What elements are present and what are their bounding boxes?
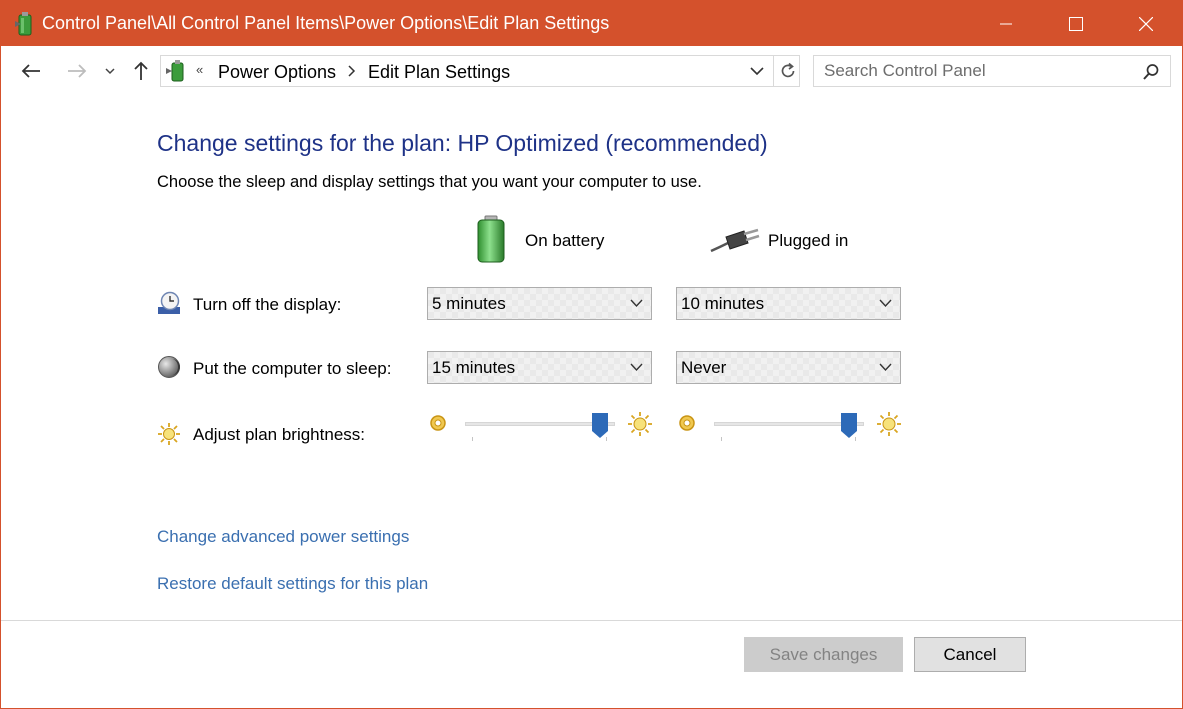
chevron-right-icon[interactable] [346,64,358,78]
column-on-battery: On battery [525,231,605,250]
clock-icon [158,291,180,314]
recent-locations-button[interactable] [101,57,119,85]
sleep-timeout-label: Put the computer to sleep: [193,359,392,378]
power-options-icon [15,12,32,36]
slider-tick [721,437,722,441]
back-icon [21,64,40,78]
brightness-plugged-slider[interactable] [714,413,864,453]
window-title: Control Panel\All Control Panel Items\Po… [42,13,610,33]
chevron-down-icon [630,299,643,308]
breadcrumb-edit-plan-settings[interactable]: Edit Plan Settings [368,62,510,83]
display-timeout-battery-select[interactable]: 5 minutes [427,287,652,320]
slider-tick [472,437,473,441]
sleep-timeout-battery-select[interactable]: 15 minutes [427,351,652,384]
breadcrumb-power-options[interactable]: Power Options [218,62,336,83]
power-options-window: Control Panel\All Control Panel Items\Po… [0,0,1183,709]
advanced-power-settings-link[interactable]: Change advanced power settings [157,527,409,547]
brightness-low-icon [679,415,695,431]
plug-icon [710,228,760,253]
slider-thumb[interactable] [592,413,608,438]
title-bar[interactable]: Control Panel\All Control Panel Items\Po… [1,1,1182,46]
sleep-timeout-plugged-select[interactable]: Never [676,351,901,384]
close-button[interactable] [1123,1,1169,46]
chevron-down-icon[interactable] [749,63,765,79]
page-description: Choose the sleep and display settings th… [157,173,702,191]
display-timeout-plugged-select[interactable]: 10 minutes [676,287,901,320]
restore-defaults-link[interactable]: Restore default settings for this plan [157,574,428,594]
close-icon [1139,16,1153,31]
back-button[interactable] [17,57,45,85]
battery-icon [477,215,505,263]
brightness-high-icon [877,412,901,436]
brightness-low-icon [430,415,446,431]
chevron-down-icon [879,363,892,372]
minimize-icon [1000,23,1012,24]
brightness-icon [158,423,180,445]
maximize-icon [1069,16,1083,31]
brightness-label: Adjust plan brightness: [193,425,365,444]
search-input[interactable] [814,56,1144,86]
search-icon[interactable] [1142,63,1160,81]
refresh-icon [781,62,794,78]
brightness-battery-slider[interactable] [465,413,615,453]
chevron-down-icon [630,363,643,372]
forward-button[interactable] [63,57,91,85]
breadcrumb-overflow[interactable]: « [196,62,203,77]
page-title: Change settings for the plan: HP Optimiz… [157,130,768,156]
up-button[interactable] [129,57,153,85]
column-plugged-in: Plugged in [768,231,849,250]
recent-dropdown-icon [105,68,115,75]
power-options-icon [166,60,184,82]
search-box[interactable] [813,55,1171,87]
save-changes-button[interactable]: Save changes [744,637,903,672]
forward-icon [68,64,87,78]
up-icon [134,61,148,80]
footer-divider [1,620,1182,621]
refresh-button[interactable] [773,56,801,86]
chevron-down-icon [879,299,892,308]
maximize-button[interactable] [1053,1,1099,46]
cancel-button[interactable]: Cancel [914,637,1026,672]
display-timeout-label: Turn off the display: [193,295,342,314]
minimize-button[interactable] [983,1,1029,46]
slider-thumb[interactable] [841,413,857,438]
brightness-high-icon [628,412,652,436]
sleep-moon-icon [158,356,180,378]
address-bar[interactable]: « Power Options Edit Plan Settings [160,55,800,87]
